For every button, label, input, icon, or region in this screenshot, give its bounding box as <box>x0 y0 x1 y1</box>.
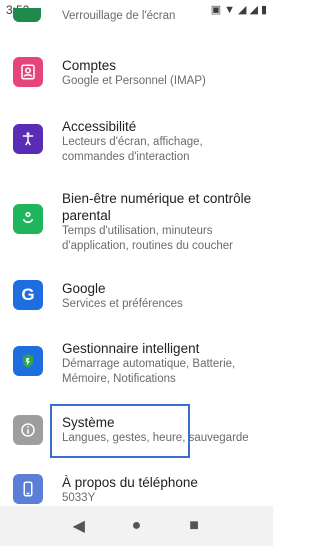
item-title: Gestionnaire intelligent <box>62 341 200 356</box>
item-summary: Services et préférences <box>62 298 183 310</box>
item-summary: Google et Personnel (IMAP) <box>62 75 206 87</box>
item-summary: Temps d'utilisation, minuteurs d'applica… <box>62 225 233 252</box>
settings-item-google[interactable]: G Google Services et préférences <box>0 280 273 316</box>
back-icon: ◀ <box>72 518 85 535</box>
accessibility-icon <box>13 124 43 154</box>
info-icon <box>13 415 43 445</box>
settings-item-digital-wellbeing[interactable]: Bien-être numérique et contrôle parental… <box>0 190 273 254</box>
back-button[interactable]: ◀ <box>68 515 90 537</box>
navigation-bar: ◀ ● ■ <box>0 506 273 546</box>
item-title: Bien-être numérique et contrôle parental <box>62 191 252 223</box>
settings-item-accounts[interactable]: Comptes Google et Personnel (IMAP) <box>0 54 273 94</box>
item-title: Google <box>62 281 106 296</box>
settings-item-smart-manager[interactable]: Gestionnaire intelligent Démarrage autom… <box>0 338 273 388</box>
item-summary: Lecteurs d'écran, affichage, commandes d… <box>62 136 203 163</box>
item-title: À propos du téléphone <box>62 475 198 490</box>
smart-manager-icon <box>13 346 43 376</box>
google-icon: G <box>13 280 43 310</box>
account-icon <box>13 57 43 87</box>
item-summary: Démarrage automatique, Batterie, Mémoire… <box>62 358 236 385</box>
recents-button[interactable]: ■ <box>183 515 205 537</box>
item-title: Accessibilité <box>62 119 137 134</box>
digital-wellbeing-icon <box>13 204 43 234</box>
phone-icon <box>13 474 43 504</box>
lock-screen-summary: Verrouillage de l'écran <box>62 10 176 22</box>
settings-item-about-phone[interactable]: À propos du téléphone 5033Y <box>0 472 273 506</box>
item-summary: 5033Y <box>62 492 96 504</box>
recents-icon: ■ <box>189 517 199 534</box>
home-button[interactable]: ● <box>125 515 147 537</box>
home-icon: ● <box>131 517 142 534</box>
lock-screen-icon <box>13 8 41 22</box>
settings-item-accessibility[interactable]: Accessibilité Lecteurs d'écran, affichag… <box>0 116 273 166</box>
item-title: Comptes <box>62 58 117 73</box>
selection-highlight <box>50 404 190 458</box>
